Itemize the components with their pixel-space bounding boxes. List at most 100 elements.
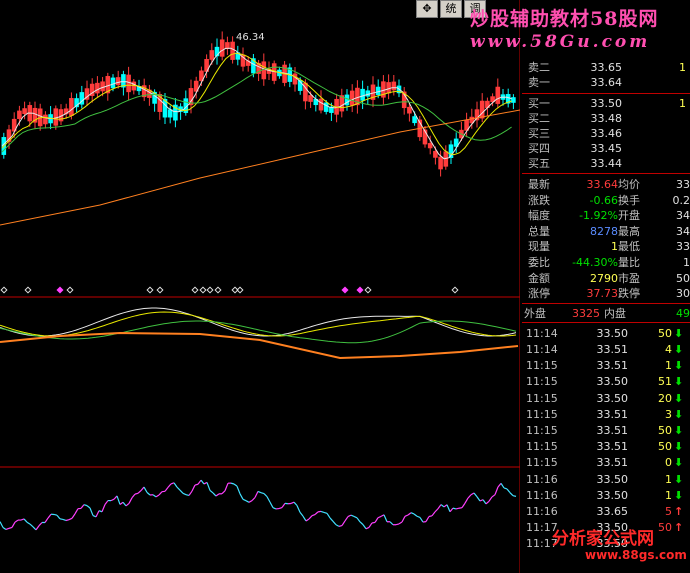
candle-body (365, 90, 371, 97)
kline-chart[interactable]: 46.34 (0, 0, 520, 573)
quote-stat-row: 委比 -44.30% 量比 1 (522, 255, 690, 270)
osc2-segment (461, 502, 466, 509)
osc2-segment (455, 507, 460, 510)
quote-bid-row: 买一 33.50 1 (522, 96, 690, 111)
osc2-segment (230, 482, 235, 485)
tick-price: 33.51 (596, 407, 629, 421)
candle-body (375, 86, 381, 96)
tab-stat[interactable]: 统 (440, 0, 462, 18)
osc2-segment (65, 519, 70, 522)
osc2-segment (359, 521, 364, 526)
osc2-segment (119, 501, 124, 505)
bid-price: 33.45 (590, 142, 623, 155)
tick-direction-icon: ↑ (674, 505, 684, 518)
tick-price: 33.51 (596, 343, 629, 356)
ma-line-long (1, 66, 512, 153)
osc2-segment (137, 490, 142, 494)
osc2-segment (251, 497, 256, 502)
signal-diamond (199, 286, 207, 294)
outer-value: 3325 (572, 306, 600, 320)
osc2-segment (188, 490, 193, 496)
high-price-label: 46.34 (236, 32, 265, 43)
osc2-segment (110, 498, 115, 502)
candle-body (386, 82, 391, 94)
osc2-segment (200, 479, 205, 485)
stat-label: 总量 (528, 224, 550, 238)
osc2-segment (2, 526, 7, 530)
quote-panel: 卖二 33.65 1 卖一 33.64 买一 33.50 1 买二 33.48 买三 33.46 买四 3… (522, 52, 690, 573)
tick-direction-icon: ⬇ (674, 424, 684, 437)
signal-diamond (206, 286, 214, 294)
osc2-segment (98, 510, 103, 513)
osc2-segment (467, 494, 472, 499)
tick-row: 11:15 33.51 1 ⬇ (522, 358, 690, 373)
osc2-segment (74, 508, 79, 515)
candle-body (95, 82, 100, 94)
osc2-segment (269, 501, 274, 508)
stat-label: 涨跌 (528, 193, 550, 207)
osc2-segment (374, 517, 379, 523)
ask-price: 33.65 (590, 61, 623, 74)
osc2-segment (179, 489, 184, 494)
osc2-segment (458, 507, 463, 509)
osc2-segment (68, 517, 73, 521)
tick-time: 11:14 (526, 326, 558, 340)
stat-label: 现量 (528, 240, 550, 254)
osc2-segment (491, 494, 496, 498)
osc2-segment (464, 497, 469, 504)
move-icon[interactable]: ✥ (416, 0, 438, 18)
osc2-segment (95, 510, 100, 518)
osc2-segment (365, 526, 370, 530)
osc2-segment (59, 518, 64, 521)
osc2-segment (311, 513, 316, 517)
osc2-segment (44, 517, 49, 523)
moving-averages (0, 47, 520, 226)
osc2-segment (191, 484, 196, 492)
tick-volume: 50 (658, 424, 672, 437)
osc2-segment (332, 520, 337, 526)
stat-value: 30 (676, 287, 690, 301)
osc2-segment (449, 507, 454, 513)
osc2-segment (38, 522, 43, 527)
osc2-segment (11, 521, 16, 528)
osc2-segment (320, 510, 325, 513)
tick-direction-icon: ⬇ (674, 407, 684, 421)
osc2-segment (83, 504, 88, 507)
osc2-segment (428, 515, 433, 518)
bid-price: 33.48 (590, 112, 623, 125)
candle-body (100, 81, 105, 92)
divider (522, 93, 690, 94)
osc2-segment (92, 514, 97, 518)
signal-markers (0, 286, 459, 294)
candle-body (17, 110, 22, 119)
quote-stat-row: 涨停 37.73 跌停 30 (522, 286, 690, 301)
divider (522, 173, 690, 174)
candle-body (22, 108, 27, 114)
ask-price: 33.64 (590, 76, 623, 89)
candle-body (209, 50, 215, 60)
tick-time: 11:15 (526, 391, 558, 405)
stat-value: 34 (676, 224, 690, 238)
osc2-segment (173, 482, 178, 488)
tick-volume: 4 (665, 343, 672, 356)
osc2-segment (131, 493, 136, 499)
osc2-segment (296, 505, 301, 513)
osc2-segment (308, 515, 313, 520)
osc2-segment (401, 516, 406, 523)
candle-body (115, 77, 121, 86)
tick-price: 33.51 (596, 424, 629, 437)
osc2-segment (353, 515, 358, 519)
candle-body (53, 108, 59, 126)
osc2-segment (80, 504, 85, 509)
signal-diamond (146, 286, 154, 294)
osc2-segment (164, 486, 169, 492)
tick-volume: 51 (658, 375, 672, 389)
osc2-segment (239, 493, 244, 500)
tick-volume: 1 (665, 359, 672, 373)
quote-stat-row: 现量 1 最低 33 (522, 239, 690, 254)
quote-bid-row: 买四 33.45 (522, 141, 690, 156)
tick-price: 33.50 (596, 326, 629, 340)
osc2-segment (305, 518, 310, 522)
tick-row: 11:14 33.50 50 ⬇ (522, 326, 690, 341)
tick-direction-icon: ⬇ (674, 326, 684, 340)
